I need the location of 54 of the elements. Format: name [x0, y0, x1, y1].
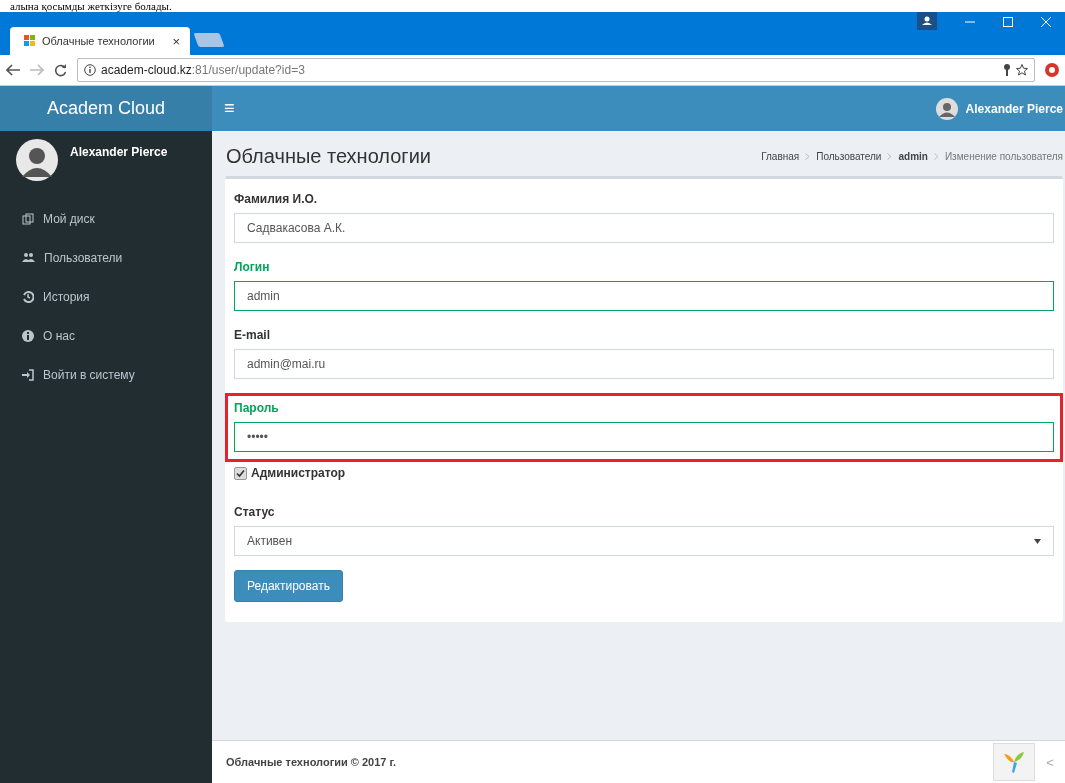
sidebar-item[interactable]: Пользователи [0, 238, 212, 277]
copy-icon [22, 212, 34, 225]
chevron-icon [933, 153, 939, 160]
field-label: Пароль [234, 401, 280, 415]
input-field[interactable]: Садвакасова А.К. [234, 213, 1054, 243]
breadcrumb-current: Изменение пользователя [944, 151, 1063, 162]
input-field[interactable]: ••••• [234, 422, 1054, 452]
breadcrumb-link[interactable]: Пользователи [816, 151, 882, 162]
star-icon[interactable] [1016, 64, 1028, 76]
history-icon [22, 290, 34, 303]
site-icon [24, 35, 36, 47]
extension-icon[interactable] [1045, 63, 1059, 77]
key-icon[interactable] [1003, 64, 1011, 76]
back-arrow-icon[interactable] [6, 64, 20, 76]
info-icon [84, 64, 96, 76]
user-avatar [16, 139, 58, 181]
address-field[interactable]: academ-cloud.kz:81/user/update?id=3 [77, 58, 1035, 82]
sidebar-item[interactable]: Мой диск [0, 199, 212, 238]
browser-tab[interactable]: Облачные технологии × [10, 27, 190, 55]
users-icon [22, 252, 35, 263]
document-caption: алына қосымды жеткізуге болады. [10, 0, 172, 12]
checkbox[interactable] [234, 466, 247, 480]
status-dropdown[interactable]: Активен [234, 526, 1054, 556]
profile-icon[interactable] [917, 12, 937, 30]
chevron-icon [887, 153, 893, 160]
footer-text: Облачные технологии © 2017 г. [226, 756, 397, 768]
chevron-icon [805, 153, 811, 160]
field-label: Фамилия И.О. [234, 192, 319, 206]
user-name[interactable]: Alexander Pierce [965, 101, 1063, 116]
sidebar-item[interactable]: История [0, 277, 212, 316]
input-field[interactable]: admin@mai.ru [234, 349, 1054, 379]
field-label: Статус [234, 505, 276, 519]
caret-icon [1034, 538, 1041, 544]
checkbox-label: Администратор [251, 466, 346, 480]
page-title: Облачные технологии [226, 145, 431, 168]
field-label: E-mail [234, 328, 271, 342]
app-logo[interactable]: Academ Cloud [0, 86, 212, 131]
close-icon[interactable] [1041, 17, 1051, 27]
reload-icon[interactable] [54, 63, 67, 77]
edit-button[interactable]: Редактировать [234, 570, 343, 602]
sign-in-icon [22, 368, 34, 381]
field-label: Логин [234, 260, 271, 274]
new-tab-button[interactable] [193, 33, 225, 47]
breadcrumb-link[interactable]: admin [898, 151, 928, 162]
sidebar-item[interactable]: О нас [0, 316, 212, 355]
input-field[interactable]: admin [234, 281, 1054, 311]
sidebar-user-name: Alexander Pierce [70, 145, 168, 159]
sidebar-item[interactable]: Войти в систему [0, 355, 212, 394]
maximize-icon[interactable] [1003, 17, 1013, 27]
menu-toggle[interactable]: ≡ [224, 98, 235, 119]
logo-icon [1002, 750, 1026, 774]
user-avatar [935, 97, 958, 120]
info-icon [22, 329, 34, 342]
breadcrumb-link[interactable]: Главная [761, 151, 800, 162]
